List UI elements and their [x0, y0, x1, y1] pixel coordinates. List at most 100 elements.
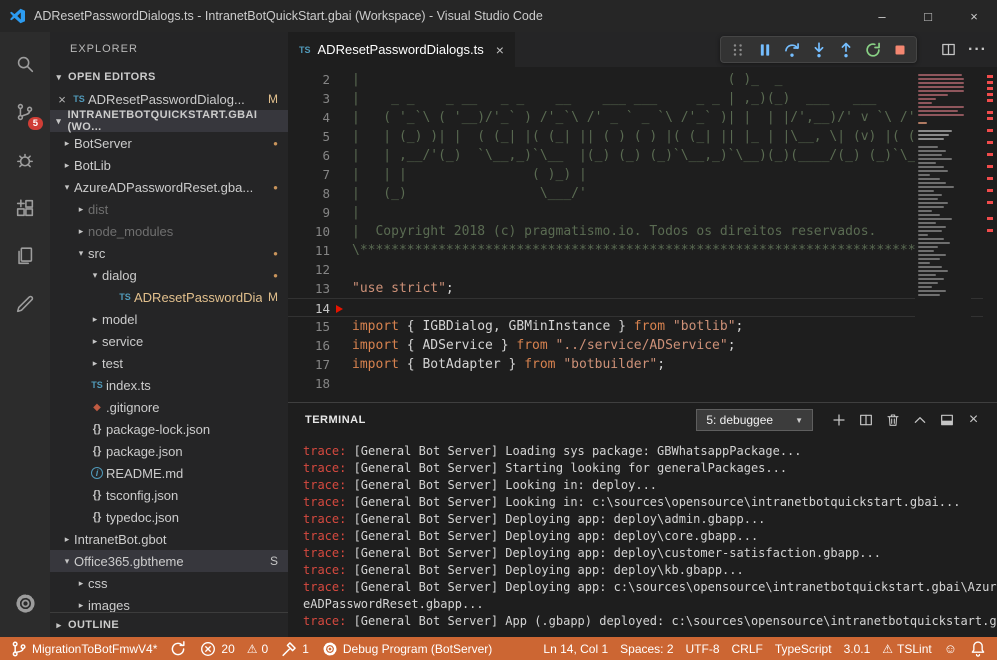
tree-folder-intranetbot-gbot[interactable]: ▸IntranetBot.gbot: [50, 528, 288, 550]
split-terminal-button[interactable]: [852, 407, 879, 433]
tree-file-gitignore[interactable]: ◆.gitignore: [50, 396, 288, 418]
line-number[interactable]: 9: [288, 203, 330, 222]
search-icon[interactable]: [0, 40, 50, 88]
tree-folder-botserver[interactable]: ▸BotServer●: [50, 132, 288, 154]
chevron-down-icon: ▾: [60, 556, 74, 567]
tree-folder-css[interactable]: ▸css: [50, 572, 288, 594]
terminal-output[interactable]: trace: [General Bot Server] Loading sys …: [288, 437, 997, 637]
split-editor-button[interactable]: [934, 35, 963, 64]
line-number[interactable]: 7: [288, 165, 330, 184]
tree-file-readme-md[interactable]: iREADME.md: [50, 462, 288, 484]
line-number[interactable]: 6: [288, 146, 330, 165]
tree-folder-model[interactable]: ▸model: [50, 308, 288, 330]
outline-header[interactable]: ▸ OUTLINE: [50, 612, 288, 637]
more-button[interactable]: ···: [963, 35, 992, 64]
status-ts-version[interactable]: 3.0.1: [844, 642, 871, 656]
line-number[interactable]: 17: [288, 355, 330, 374]
line-number[interactable]: 5: [288, 127, 330, 146]
status-running-tasks[interactable]: 1: [280, 640, 309, 658]
tree-file-tsconfig-json[interactable]: {}tsconfig.json: [50, 484, 288, 506]
tree-file-package-json[interactable]: {}package.json: [50, 440, 288, 462]
tree-folder-src[interactable]: ▾src●: [50, 242, 288, 264]
tab-terminal[interactable]: TERMINAL: [305, 414, 366, 426]
status-indentation[interactable]: Spaces: 2: [620, 642, 673, 656]
line-number[interactable]: 4: [288, 108, 330, 127]
step-out-button[interactable]: [832, 37, 859, 62]
tree-folder-azureadpasswordreset-gba[interactable]: ▾AzureADPasswordReset.gba...●: [50, 176, 288, 198]
line-number[interactable]: 15: [288, 317, 330, 336]
line-number[interactable]: 11: [288, 241, 330, 260]
chevron-down-icon: ▾: [50, 116, 67, 127]
tree-folder-dialog[interactable]: ▾dialog●: [50, 264, 288, 286]
status-eol[interactable]: CRLF: [732, 642, 763, 656]
minimap[interactable]: [915, 67, 971, 402]
tab-close-icon[interactable]: ×: [496, 42, 504, 58]
line-number[interactable]: 3: [288, 89, 330, 108]
status-feedback[interactable]: ☺: [944, 642, 957, 655]
tree-file-index-ts[interactable]: TSindex.ts: [50, 374, 288, 396]
code-area: 2| ( )_ _ |3| _ _ _ __ _ _ __ ___ ___ _ …: [288, 70, 997, 393]
tab-label: ADResetPasswordDialogs.ts: [318, 42, 484, 57]
plus-button[interactable]: [825, 407, 852, 433]
status-sync[interactable]: [169, 640, 187, 658]
panel-max-button[interactable]: [933, 407, 960, 433]
grip-button[interactable]: [724, 37, 751, 62]
step-over-button[interactable]: [778, 37, 805, 62]
status-warnings[interactable]: ⚠0: [247, 642, 268, 656]
close-icon[interactable]: ×: [54, 92, 70, 107]
tree-folder-node-modules[interactable]: ▸node_modules: [50, 220, 288, 242]
error-mark: [987, 99, 993, 102]
workspace-folder-header[interactable]: ▾ INTRANETBOTQUICKSTART.GBAI (WO...: [50, 110, 288, 132]
line-number[interactable]: 14: [288, 299, 330, 316]
status-errors[interactable]: 20: [199, 640, 234, 658]
line-number[interactable]: 18: [288, 374, 330, 393]
settings-gear-icon[interactable]: [0, 579, 50, 627]
edit-icon[interactable]: [0, 280, 50, 328]
status-notifications[interactable]: [969, 640, 987, 658]
step-into-button[interactable]: [805, 37, 832, 62]
error-icon: [199, 640, 217, 658]
minimize-button[interactable]: –: [859, 0, 905, 32]
tree-file-package-lock-json[interactable]: {}package-lock.json: [50, 418, 288, 440]
status-git-branch[interactable]: MigrationToBotFmwV4*: [10, 640, 157, 658]
chevron-right-icon: ▸: [88, 336, 102, 347]
files-icon[interactable]: [0, 232, 50, 280]
line-number[interactable]: 2: [288, 70, 330, 89]
restart-button[interactable]: [859, 37, 886, 62]
tree-folder-service[interactable]: ▸service: [50, 330, 288, 352]
status-language-mode[interactable]: TypeScript: [775, 642, 832, 656]
trash-button[interactable]: [879, 407, 906, 433]
tree-file-typedoc-json[interactable]: {}typedoc.json: [50, 506, 288, 528]
status-cursor-position[interactable]: Ln 14, Col 1: [543, 642, 608, 656]
status-debug-program[interactable]: Debug Program (BotServer): [321, 640, 492, 658]
maximize-button[interactable]: □: [905, 0, 951, 32]
stop-button[interactable]: [886, 37, 913, 62]
terminal-line: trace: [General Bot Server] Looking in: …: [303, 494, 997, 511]
line-number[interactable]: 16: [288, 336, 330, 355]
line-number[interactable]: 13: [288, 279, 330, 298]
tree-folder-botlib[interactable]: ▸BotLib: [50, 154, 288, 176]
tree-file-adresetpassworddial[interactable]: TSADResetPasswordDial...M: [50, 286, 288, 308]
chevron-down-icon: ▼: [795, 416, 803, 425]
code-editor[interactable]: 2| ( )_ _ |3| _ _ _ __ _ _ __ ___ ___ _ …: [288, 67, 997, 402]
status-tslint-status[interactable]: ⚠TSLint: [882, 642, 931, 656]
chevron-up-button[interactable]: [906, 407, 933, 433]
line-number[interactable]: 8: [288, 184, 330, 203]
line-number[interactable]: 12: [288, 260, 330, 279]
tree-folder-test[interactable]: ▸test: [50, 352, 288, 374]
open-editor-item[interactable]: ×TSADResetPasswordDialog...M: [50, 88, 288, 110]
debug-icon[interactable]: [0, 136, 50, 184]
open-editors-header[interactable]: ▾ OPEN EDITORS: [50, 66, 288, 88]
pause-button[interactable]: [751, 37, 778, 62]
line-number[interactable]: 10: [288, 222, 330, 241]
tree-folder-dist[interactable]: ▸dist: [50, 198, 288, 220]
close-button[interactable]: ×: [960, 407, 987, 433]
source-control-icon[interactable]: 5: [0, 88, 50, 136]
status-encoding[interactable]: UTF-8: [686, 642, 720, 656]
close-button[interactable]: ×: [951, 0, 997, 32]
window-controls: – □ ×: [859, 0, 997, 32]
tree-folder-office365-gbtheme[interactable]: ▾Office365.gbthemeS: [50, 550, 288, 572]
extensions-icon[interactable]: [0, 184, 50, 232]
tab-adresetpassworddialogs[interactable]: TS ADResetPasswordDialogs.ts ×: [288, 32, 515, 67]
terminal-select[interactable]: 5: debuggee ▼: [696, 409, 813, 431]
